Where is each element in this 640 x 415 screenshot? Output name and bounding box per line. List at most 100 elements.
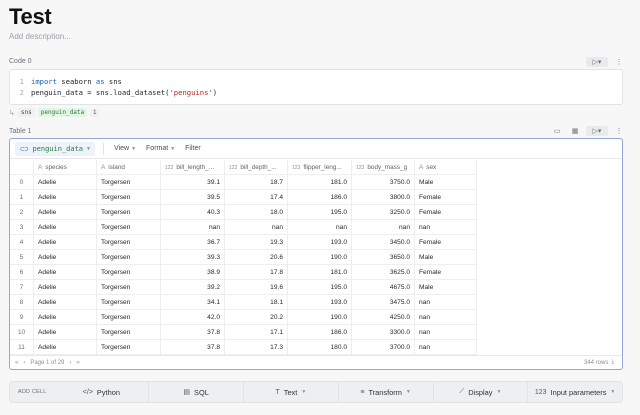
code-editor[interactable]: 1 import seaborn as sns 2 penguin_data =… <box>9 69 623 105</box>
table-cell-value[interactable]: Adelie <box>34 250 97 265</box>
dataframe-selector[interactable]: ⊂⊃ penguin_data ▼ <box>15 141 96 156</box>
variable-chip[interactable]: penguin_data <box>37 108 88 117</box>
table-cell-value[interactable]: Torgersen <box>97 325 161 340</box>
table-cell-value[interactable]: Torgersen <box>97 175 161 190</box>
table-cell-value[interactable]: 186.0 <box>288 190 352 205</box>
table-cell-value[interactable]: Adelie <box>34 280 97 295</box>
table-row[interactable]: 4 Adelie Torgersen 36.7 19.3 193.0 3450.0 Femal… <box>10 235 477 250</box>
table-cell-value[interactable]: Adelie <box>34 190 97 205</box>
table-cell-value[interactable]: 4675.0 <box>352 280 415 295</box>
more-options-button[interactable]: ⋮ <box>612 57 626 67</box>
table-cell-value[interactable]: 34.1 <box>161 295 225 310</box>
table-cell-value[interactable]: 3475.0 <box>352 295 415 310</box>
table-cell-value[interactable]: 193.0 <box>288 235 352 250</box>
table-cell-value[interactable]: 37.8 <box>161 340 225 355</box>
column-header[interactable]: Aisland <box>97 160 161 175</box>
column-header[interactable]: 123 bill_depth_... <box>225 160 288 175</box>
column-header[interactable]: Asex <box>415 160 477 175</box>
table-cell-value[interactable]: 39.1 <box>161 175 225 190</box>
download-icon[interactable]: ⤓ <box>611 359 614 366</box>
table-cell-value[interactable]: Female <box>415 205 477 220</box>
table-cell-value[interactable]: Torgersen <box>97 280 161 295</box>
visualize-button[interactable]: ▦ <box>568 126 582 136</box>
table-row[interactable]: 10 Adelie Torgersen 37.8 17.1 186.0 3300.0 nan <box>10 325 477 340</box>
table-cell-value[interactable]: 3800.0 <box>352 190 415 205</box>
add-python-button[interactable]: </> Python <box>55 382 149 402</box>
last-page-icon[interactable]: » <box>76 360 79 366</box>
table-row[interactable]: 3 Adelie Torgersen nan nan nan nan nan <box>10 220 477 235</box>
run-mode-button[interactable]: ▷▾ <box>586 57 608 67</box>
table-cell-value[interactable]: 181.0 <box>288 265 352 280</box>
table-cell-value[interactable]: Torgersen <box>97 265 161 280</box>
table-cell-value[interactable]: Adelie <box>34 265 97 280</box>
table-cell-value[interactable]: nan <box>415 340 477 355</box>
table-cell-value[interactable]: Adelie <box>34 340 97 355</box>
table-cell-value[interactable]: Female <box>415 265 477 280</box>
add-text-button[interactable]: T Text ▼ <box>243 382 338 402</box>
table-cell-value[interactable]: nan <box>288 220 352 235</box>
table-cell-value[interactable]: 20.2 <box>225 310 288 325</box>
table-cell-value[interactable]: 18.1 <box>225 295 288 310</box>
table-cell-value[interactable]: nan <box>415 220 477 235</box>
table-cell-value[interactable]: 38.9 <box>161 265 225 280</box>
column-header[interactable]: 123 flipper_leng... <box>288 160 352 175</box>
table-cell-value[interactable]: 3250.0 <box>352 205 415 220</box>
column-header[interactable]: 123 bill_length_... <box>161 160 225 175</box>
table-cell-value[interactable]: 186.0 <box>288 325 352 340</box>
table-row[interactable]: 5 Adelie Torgersen 39.3 20.6 190.0 3650.0 Male <box>10 250 477 265</box>
table-cell-value[interactable]: 195.0 <box>288 280 352 295</box>
table-cell-value[interactable]: nan <box>415 310 477 325</box>
table-cell-value[interactable]: 3700.0 <box>352 340 415 355</box>
description-field[interactable]: Add description... <box>9 32 71 41</box>
table-cell-value[interactable]: 17.3 <box>225 340 288 355</box>
table-cell-value[interactable]: Torgersen <box>97 190 161 205</box>
view-menu[interactable]: View ▼ <box>114 145 136 152</box>
table-cell-value[interactable]: 42.0 <box>161 310 225 325</box>
table-cell-value[interactable]: 36.7 <box>161 235 225 250</box>
table-cell-value[interactable]: nan <box>415 325 477 340</box>
table-cell-value[interactable]: Torgersen <box>97 220 161 235</box>
table-cell-value[interactable]: 3300.0 <box>352 325 415 340</box>
table-row[interactable]: 11 Adelie Torgersen 37.8 17.3 180.0 3700.0 nan <box>10 340 477 355</box>
format-menu[interactable]: Format ▼ <box>146 145 175 152</box>
table-cell-value[interactable]: Female <box>415 190 477 205</box>
table-cell-value[interactable]: 40.3 <box>161 205 225 220</box>
table-cell-value[interactable]: 195.0 <box>288 205 352 220</box>
table-cell-value[interactable]: 17.4 <box>225 190 288 205</box>
table-cell-value[interactable]: nan <box>161 220 225 235</box>
table-cell-value[interactable]: nan <box>352 220 415 235</box>
table-cell-value[interactable]: 18.7 <box>225 175 288 190</box>
table-cell-value[interactable]: Adelie <box>34 220 97 235</box>
next-page-icon[interactable]: › <box>69 360 71 366</box>
table-cell-value[interactable]: Adelie <box>34 205 97 220</box>
table-cell-value[interactable]: 190.0 <box>288 310 352 325</box>
table-cell-value[interactable]: Torgersen <box>97 310 161 325</box>
table-cell-value[interactable]: Female <box>415 235 477 250</box>
prev-page-icon[interactable]: ‹ <box>23 360 25 366</box>
run-mode-button[interactable]: ▷▾ <box>586 126 608 136</box>
page-title[interactable]: Test <box>9 4 52 30</box>
table-cell-value[interactable]: 39.5 <box>161 190 225 205</box>
table-cell-value[interactable]: 180.0 <box>288 340 352 355</box>
table-cell-value[interactable]: 17.1 <box>225 325 288 340</box>
table-cell-value[interactable]: 193.0 <box>288 295 352 310</box>
table-row[interactable]: 0 Adelie Torgersen 39.1 18.7 181.0 3750.0 Male <box>10 175 477 190</box>
table-row[interactable]: 7 Adelie Torgersen 39.2 19.6 195.0 4675.0 Male <box>10 280 477 295</box>
table-cell-value[interactable]: 3625.0 <box>352 265 415 280</box>
table-cell-value[interactable]: nan <box>225 220 288 235</box>
table-cell-value[interactable]: nan <box>415 295 477 310</box>
table-cell-value[interactable]: 3450.0 <box>352 235 415 250</box>
table-cell-value[interactable]: 3750.0 <box>352 175 415 190</box>
table-cell-value[interactable]: Torgersen <box>97 235 161 250</box>
table-cell-value[interactable]: Adelie <box>34 175 97 190</box>
column-header[interactable]: 123 body_mass_g <box>352 160 415 175</box>
table-cell-value[interactable]: Male <box>415 175 477 190</box>
add-input-parameters-button[interactable]: 123 Input parameters ▼ <box>527 382 622 402</box>
table-cell-value[interactable]: 181.0 <box>288 175 352 190</box>
table-cell-value[interactable]: 3650.0 <box>352 250 415 265</box>
more-options-button[interactable]: ⋮ <box>612 126 626 136</box>
table-cell-value[interactable]: Torgersen <box>97 295 161 310</box>
table-row[interactable]: 6 Adelie Torgersen 38.9 17.8 181.0 3625.0 Femal… <box>10 265 477 280</box>
table-cell-value[interactable]: Torgersen <box>97 340 161 355</box>
add-display-button[interactable]: ⟋ Display ▼ <box>432 382 528 402</box>
